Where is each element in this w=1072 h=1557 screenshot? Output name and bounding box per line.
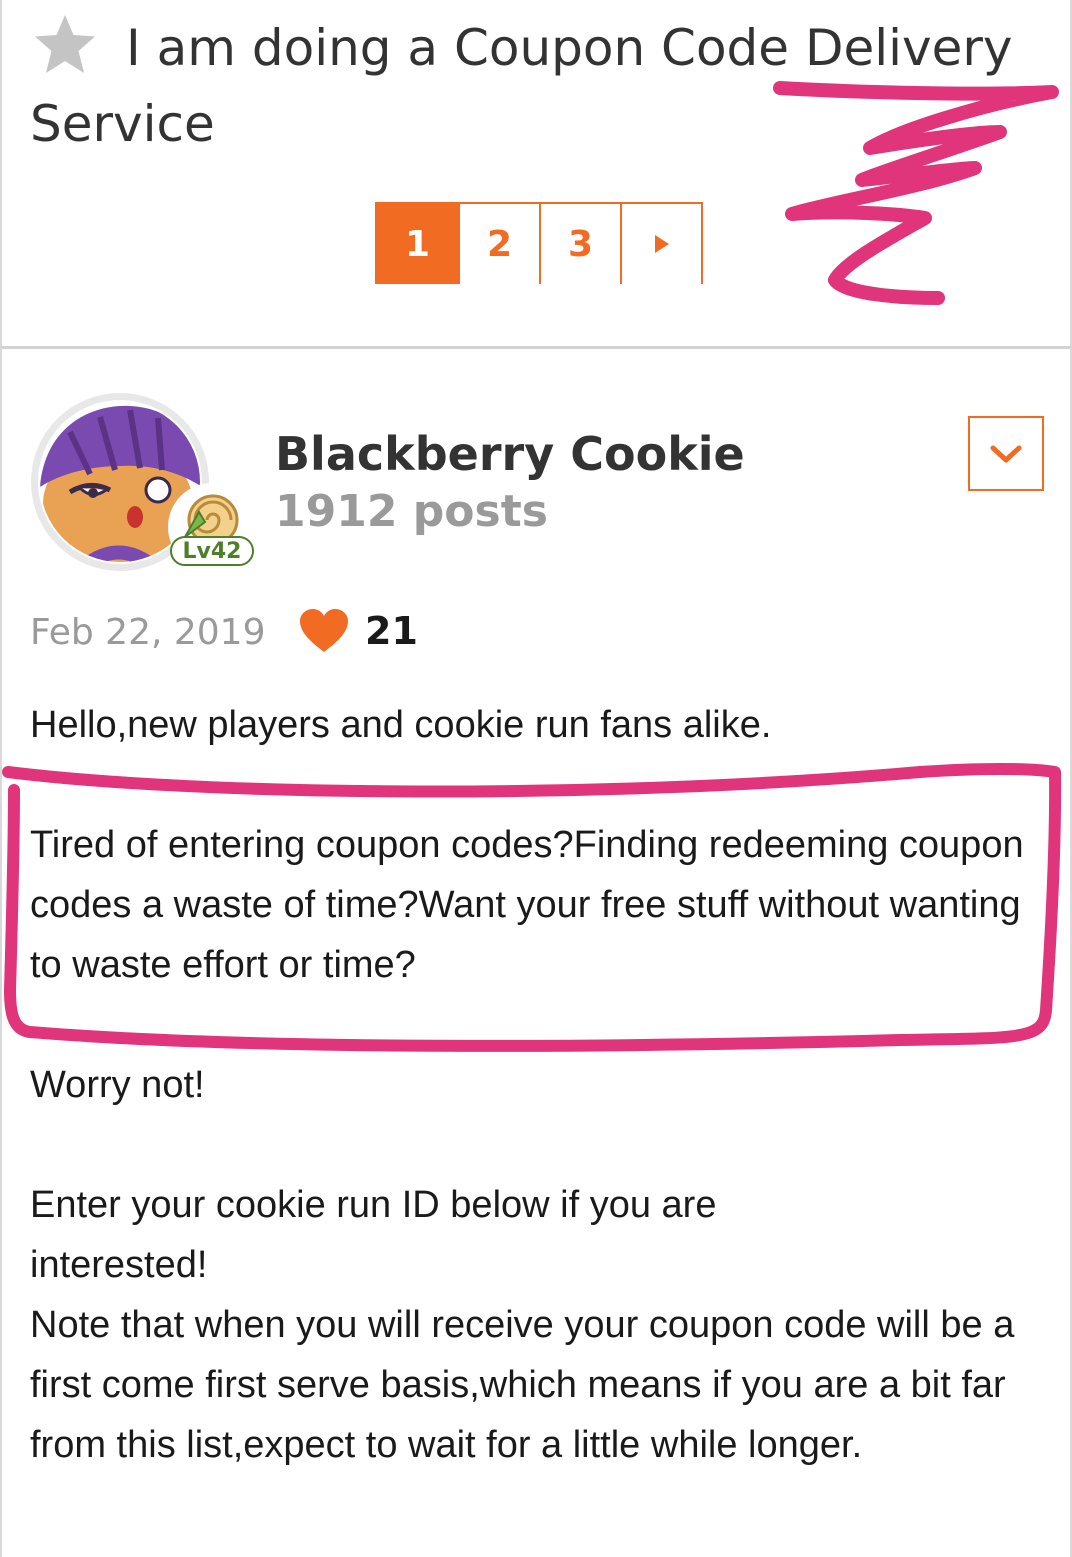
level-label: Lv42 [183, 539, 242, 564]
next-page-button[interactable] [620, 204, 701, 284]
chevron-down-icon [990, 445, 1022, 462]
post-paragraph: Hello,new players and cookie run fans al… [30, 704, 772, 746]
post-paragraph: Note that when you will receive your cou… [30, 1304, 1015, 1466]
post-paragraph: Worry not! [30, 1064, 205, 1106]
page-1-button[interactable]: 1 [377, 204, 458, 284]
pagination: 1 2 3 [375, 202, 703, 284]
thread-title: I am doing a Coupon Code Delivery Servic… [30, 19, 1013, 153]
frame-border-left [0, 0, 2, 1557]
page-3-button[interactable]: 3 [539, 204, 620, 284]
heart-icon[interactable] [298, 608, 350, 654]
post-options-button[interactable] [968, 416, 1044, 491]
section-divider [0, 346, 1072, 349]
page-2-button[interactable]: 2 [458, 204, 539, 284]
post-paragraph: Tired of entering coupon codes?Finding r… [30, 824, 1024, 986]
level-badge: Lv42 [168, 483, 256, 571]
like-count: 21 [365, 609, 418, 653]
post-count: 1912 posts [275, 486, 548, 537]
play-arrow-icon [654, 235, 669, 253]
author-name[interactable]: Blackberry Cookie [275, 425, 745, 483]
post-date: Feb 22, 2019 [30, 612, 266, 653]
post-paragraph: Enter your cookie run ID below if you ar… [30, 1184, 717, 1286]
